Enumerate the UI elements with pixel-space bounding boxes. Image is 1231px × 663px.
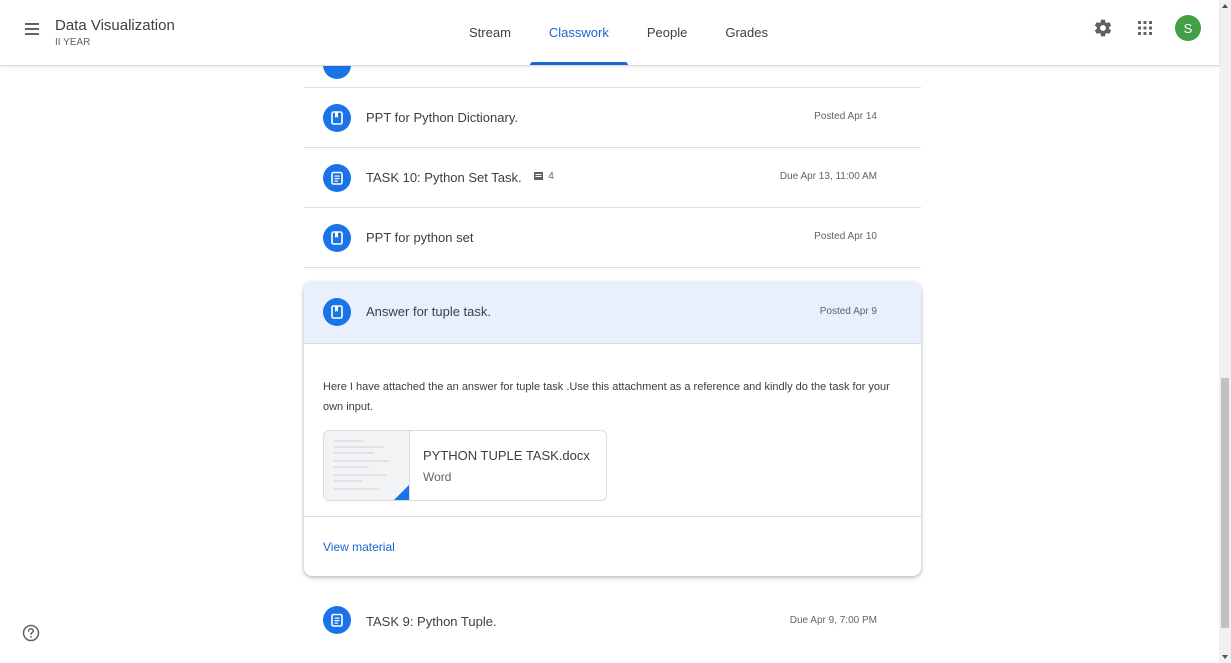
- comment-icon: [534, 172, 544, 180]
- apps-grid-icon[interactable]: [1133, 16, 1157, 40]
- attachment-type: Word: [423, 470, 452, 484]
- item-due-date: Due Apr 9, 7:00 PM: [789, 615, 877, 626]
- list-item[interactable]: PPT for Python Dictionary. Posted Apr 14: [304, 88, 921, 148]
- classwork-list: PPT for Python Dictionary. Posted Apr 14…: [304, 65, 921, 268]
- view-material-link[interactable]: View material: [323, 540, 395, 554]
- item-title-text: TASK 10: Python Set Task.: [366, 170, 522, 185]
- item-date: Posted Apr 10: [814, 231, 877, 242]
- tab-grades[interactable]: Grades: [706, 0, 787, 65]
- assignment-icon: [323, 606, 351, 634]
- page-scrollbar[interactable]: [1219, 0, 1231, 663]
- card-footer: View material: [304, 516, 921, 576]
- material-icon: [323, 298, 351, 326]
- attachment-card[interactable]: PYTHON TUPLE TASK.docx Word: [323, 430, 607, 501]
- item-date: Posted Apr 14: [814, 111, 877, 122]
- card-date: Posted Apr 9: [819, 306, 877, 317]
- tab-classwork[interactable]: Classwork: [529, 0, 628, 65]
- item-due-date: Due Apr 13, 11:00 AM: [779, 171, 877, 182]
- top-app-bar: Data Visualization II YEAR Stream Classw…: [0, 0, 1219, 66]
- expanded-material-card: Answer for tuple task. Posted Apr 9 Here…: [304, 282, 921, 576]
- material-icon: [323, 104, 351, 132]
- main-menu-icon[interactable]: [22, 20, 44, 42]
- card-title: Answer for tuple task.: [366, 304, 491, 319]
- card-description: Here I have attached the an answer for t…: [323, 381, 890, 413]
- attachment-thumbnail: [324, 431, 410, 500]
- top-actions: S: [1091, 15, 1201, 41]
- tab-stream[interactable]: Stream: [450, 0, 530, 65]
- list-item[interactable]: PPT for python set Posted Apr 10: [304, 208, 921, 268]
- list-item-partial[interactable]: [304, 65, 921, 88]
- account-avatar[interactable]: S: [1175, 15, 1201, 41]
- scroll-down-arrow-icon[interactable]: [1222, 655, 1228, 659]
- tab-people[interactable]: People: [628, 0, 706, 65]
- assignment-icon: [323, 164, 351, 192]
- class-name[interactable]: Data Visualization: [55, 17, 175, 34]
- list-item[interactable]: TASK 10: Python Set Task. 4 Due Apr 13, …: [304, 148, 921, 208]
- settings-gear-icon[interactable]: [1091, 16, 1115, 40]
- comment-count-value: 4: [548, 171, 554, 182]
- item-title: PPT for Python Dictionary.: [366, 110, 518, 125]
- class-section: II YEAR: [55, 37, 91, 48]
- attachment-name: PYTHON TUPLE TASK.docx: [423, 448, 590, 463]
- item-title: TASK 9: Python Tuple.: [366, 614, 497, 629]
- class-tabs: Stream Classwork People Grades: [450, 0, 787, 65]
- scroll-up-arrow-icon[interactable]: [1222, 4, 1228, 8]
- item-title: PPT for python set: [366, 230, 474, 245]
- word-file-icon: [394, 485, 409, 500]
- comment-count: 4: [533, 171, 554, 182]
- list-item[interactable]: TASK 9: Python Tuple. Due Apr 9, 7:00 PM: [304, 590, 921, 649]
- scroll-thumb[interactable]: [1221, 378, 1229, 628]
- item-title: TASK 10: Python Set Task. 4: [366, 170, 554, 185]
- material-icon: [323, 65, 351, 79]
- material-icon: [323, 224, 351, 252]
- help-icon[interactable]: [22, 624, 40, 642]
- card-header[interactable]: Answer for tuple task. Posted Apr 9: [304, 282, 921, 344]
